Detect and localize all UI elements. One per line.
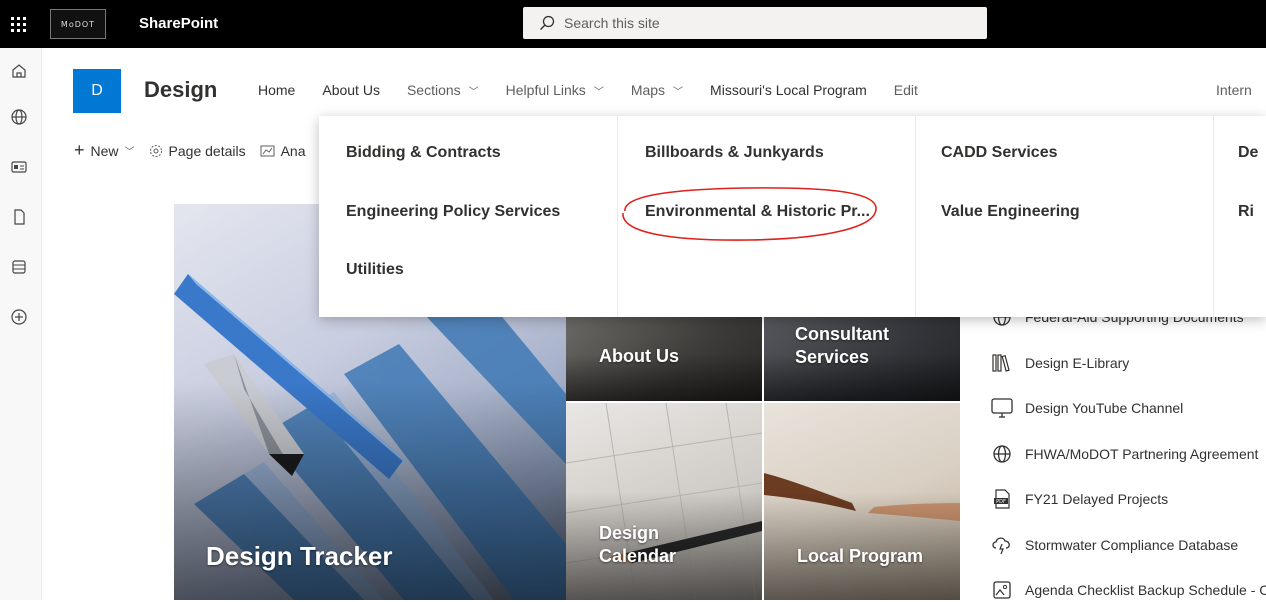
quick-link-item[interactable]: FHWA/MoDOT Partnering Agreement: [990, 442, 1266, 466]
nav-item-about-us[interactable]: About Us: [322, 82, 380, 98]
page-details-label: Page details: [168, 142, 246, 159]
nav-item-missouri-local-program[interactable]: Missouri's Local Program: [710, 82, 867, 98]
nav-label: Helpful Links: [505, 82, 586, 98]
svg-text:PDF: PDF: [996, 499, 1006, 505]
quick-link-label: FHWA/MoDOT Partnering Agreement: [1025, 446, 1259, 462]
hero-tile-local-program[interactable]: Local Program: [764, 403, 960, 600]
site-logo[interactable]: D: [73, 69, 121, 113]
chevron-down-icon: ﹀: [468, 86, 479, 98]
nav-label: Missouri's Local Program: [710, 82, 867, 98]
menu-link-truncated-ri[interactable]: Ri: [1238, 203, 1254, 221]
tile-label-line2: Calendar: [599, 546, 677, 566]
search-input[interactable]: Search this site: [564, 15, 660, 31]
nav-label: Maps: [630, 82, 666, 98]
globe-icon: [990, 442, 1014, 466]
quick-link-item[interactable]: Design YouTube Channel: [990, 396, 1266, 420]
quick-link-label: FY21 Delayed Projects: [1025, 491, 1169, 507]
news-icon[interactable]: [8, 156, 30, 178]
cloud-icon: [990, 533, 1014, 557]
create-add-icon[interactable]: [8, 306, 30, 328]
logo-text: MoDOT: [60, 19, 96, 29]
nav-label: Sections: [406, 82, 461, 98]
gear-icon: [149, 144, 162, 157]
nav-item-intern-truncated[interactable]: Intern: [1216, 82, 1252, 98]
tile-label: Design Tracker: [206, 541, 393, 571]
nav-label: About Us: [322, 82, 380, 98]
analytics-icon: [260, 145, 275, 156]
analytics-label: Ana: [280, 142, 306, 159]
monitor-icon: [990, 396, 1014, 420]
library-icon: [990, 351, 1014, 375]
menu-link-bidding-contracts[interactable]: Bidding & Contracts: [346, 144, 501, 162]
nav-edit-label: Edit: [893, 82, 918, 98]
hero-tile-about-us[interactable]: About Us: [566, 316, 762, 401]
quick-link-label: Design YouTube Channel: [1025, 400, 1184, 416]
analytics-button[interactable]: Ana: [260, 143, 306, 159]
quick-link-label: Design E-Library: [1025, 355, 1130, 371]
menu-link-engineering-policy-services[interactable]: Engineering Policy Services: [346, 203, 560, 221]
search-icon: [540, 15, 555, 30]
document-icon[interactable]: [8, 206, 30, 228]
lists-icon[interactable]: [8, 256, 30, 278]
chevron-down-icon: ﹀: [593, 86, 604, 98]
site-logo-letter: D: [91, 82, 103, 99]
nav-label: Home: [258, 82, 296, 98]
image-icon: [990, 578, 1014, 602]
hero-tile-consultant-services[interactable]: Consultant Services: [764, 316, 960, 401]
chevron-down-icon: ﹀: [124, 147, 135, 158]
command-bar: + New ﹀ Page details Ana: [74, 140, 320, 161]
mega-menu-column: Billboards & Junkyards Environmental & H…: [618, 116, 916, 317]
tile-label-line1: Consultant: [795, 324, 889, 344]
mega-menu-column: Bidding & Contracts Engineering Policy S…: [319, 116, 618, 317]
site-navigation: Home About Us Sections ﹀ Helpful Links ﹀ M…: [258, 82, 945, 98]
tile-label: About Us: [599, 346, 679, 366]
menu-link-cadd-services[interactable]: CADD Services: [941, 144, 1058, 162]
menu-link-utilities[interactable]: Utilities: [346, 261, 404, 279]
modot-logo[interactable]: MoDOT: [50, 9, 106, 39]
new-button[interactable]: + New ﹀: [74, 140, 135, 161]
app-bar: [0, 48, 42, 600]
globe-icon[interactable]: [8, 106, 30, 128]
suite-bar: MoDOT SharePoint Search this site: [0, 0, 1266, 48]
tile-label-line1: Design: [599, 523, 660, 543]
nav-item-sections[interactable]: Sections ﹀: [407, 82, 479, 98]
quick-link-item[interactable]: Stormwater Compliance Database: [990, 533, 1266, 557]
menu-link-environmental-historic[interactable]: Environmental & Historic Pr...: [645, 203, 870, 221]
home-icon[interactable]: [8, 60, 30, 82]
nav-item-maps[interactable]: Maps ﹀: [631, 82, 683, 98]
quick-link-item[interactable]: Agenda Checklist Backup Schedule - C: [990, 578, 1266, 602]
chevron-down-icon: ﹀: [673, 86, 684, 98]
tile-label-line2: Services: [795, 347, 870, 367]
menu-link-value-engineering[interactable]: Value Engineering: [941, 203, 1080, 221]
nav-edit-link[interactable]: Edit: [894, 82, 918, 98]
app-launcher-waffle-icon[interactable]: [0, 0, 36, 48]
mega-menu-column: CADD Services Value Engineering: [916, 116, 1214, 317]
nav-item-home[interactable]: Home: [258, 82, 295, 98]
search-box[interactable]: Search this site: [523, 7, 987, 39]
plus-icon: +: [74, 140, 85, 160]
hero-tile-design-calendar[interactable]: Design Calendar: [566, 403, 762, 600]
menu-link-billboards-junkyards[interactable]: Billboards & Junkyards: [645, 144, 824, 162]
quick-link-item[interactable]: Design E-Library: [990, 351, 1266, 375]
quick-link-label: Agenda Checklist Backup Schedule - C: [1025, 582, 1266, 598]
page-details-button[interactable]: Page details: [149, 143, 246, 159]
quick-link-item[interactable]: PDF FY21 Delayed Projects: [990, 487, 1266, 511]
site-title[interactable]: Design: [144, 77, 217, 103]
tile-label: Local Program: [797, 546, 924, 566]
mega-menu-column: De Ri: [1214, 116, 1266, 317]
new-label: New: [90, 142, 119, 159]
quick-link-label: Stormwater Compliance Database: [1025, 537, 1239, 553]
pdf-icon: PDF: [990, 487, 1014, 511]
menu-link-truncated-de[interactable]: De: [1238, 144, 1258, 162]
sharepoint-title[interactable]: SharePoint: [139, 15, 218, 32]
nav-item-helpful-links[interactable]: Helpful Links ﹀: [506, 82, 604, 98]
sections-mega-menu: Bidding & Contracts Engineering Policy S…: [319, 116, 1266, 317]
